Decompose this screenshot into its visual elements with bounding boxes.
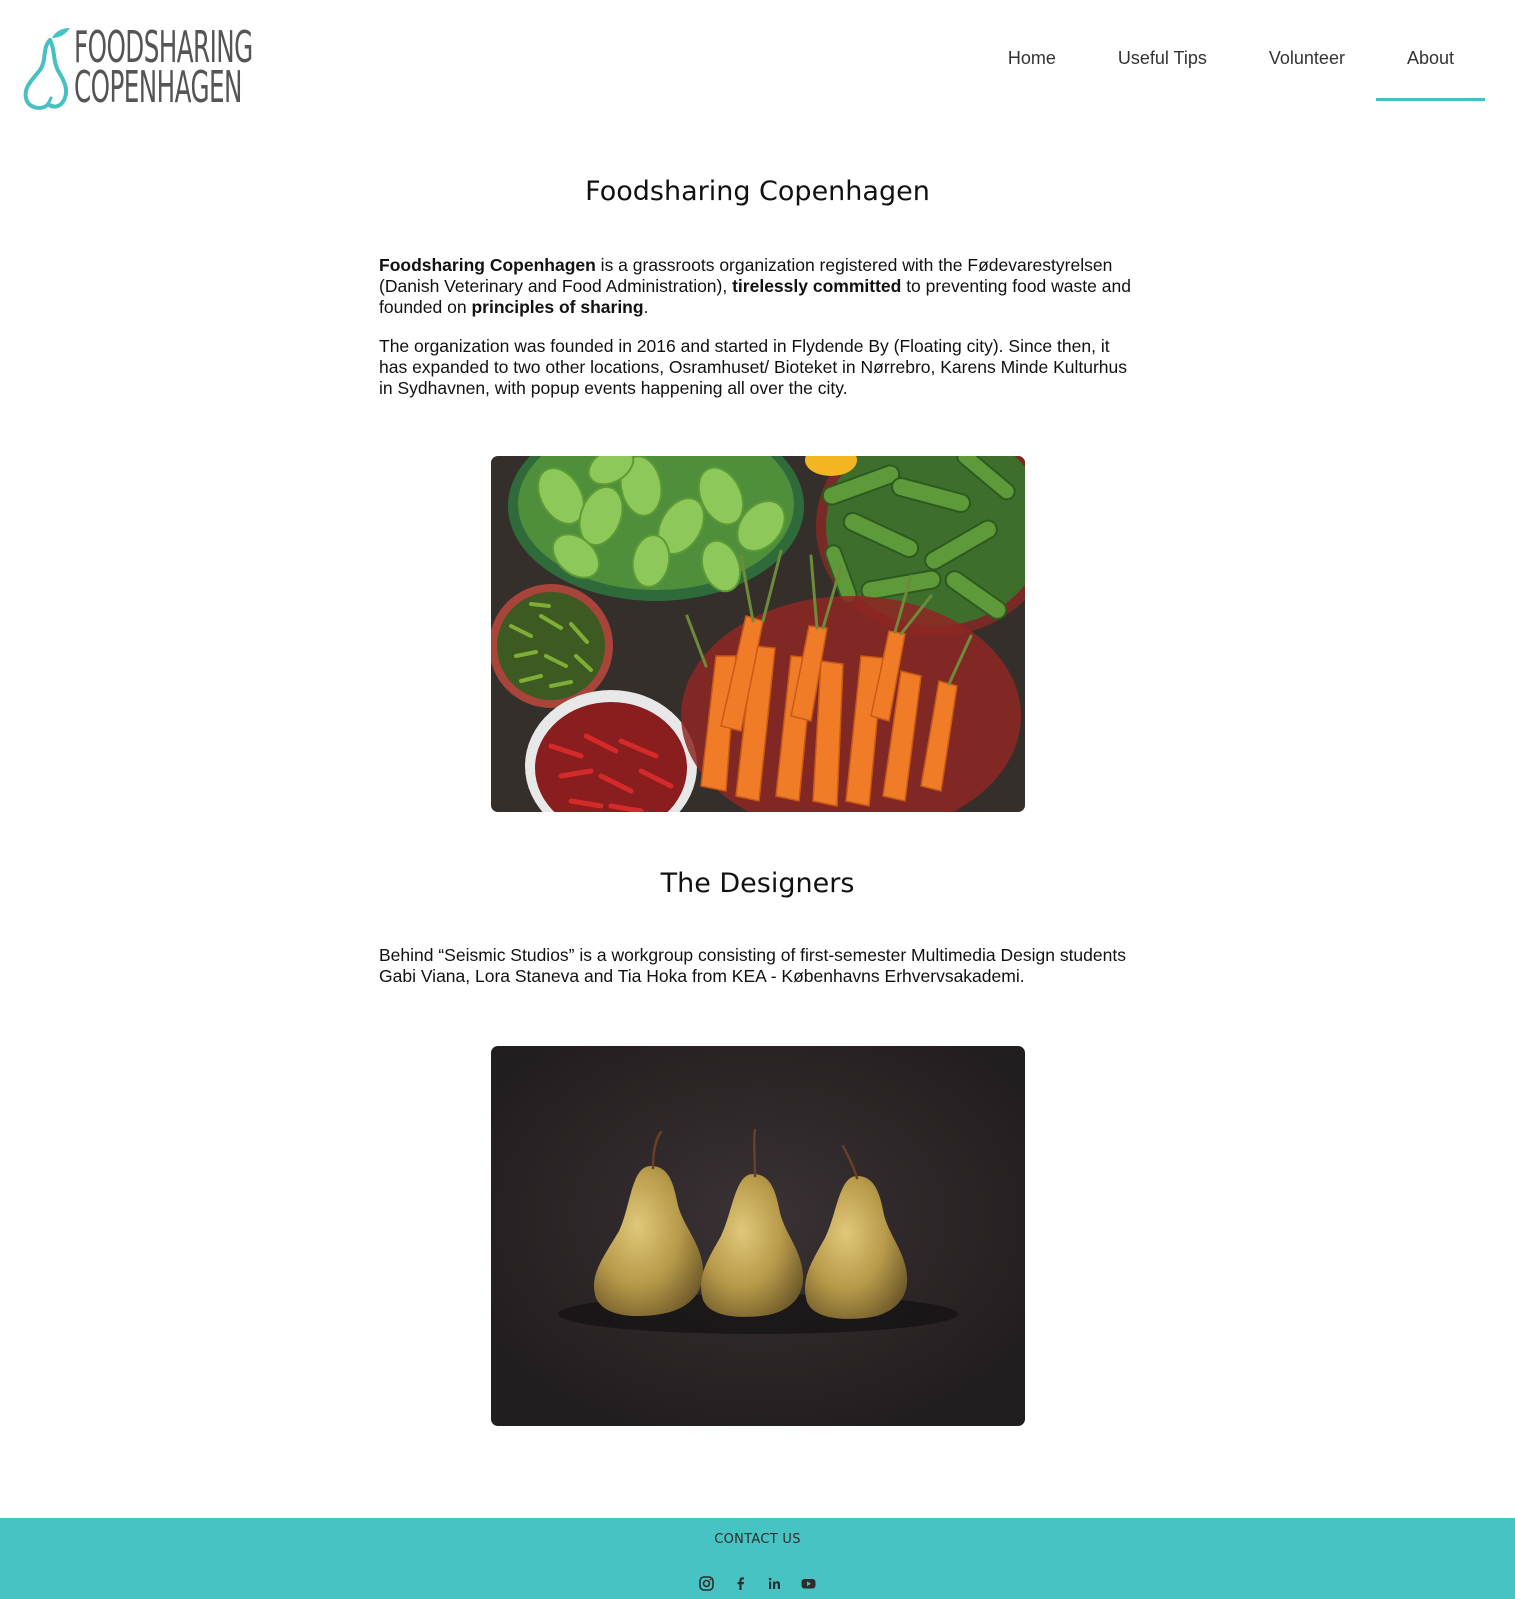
vegetables-illustration (491, 456, 1025, 812)
pears-illustration (491, 1046, 1025, 1426)
main-nav: Home Useful Tips Volunteer About (977, 0, 1486, 101)
designers-text: Behind “Seismic Studios” is a workgroup … (379, 945, 1139, 1005)
logo-line-1: FOODSHARING (74, 22, 253, 73)
facebook-icon[interactable] (732, 1575, 749, 1592)
bold-org-name: Foodsharing Copenhagen (379, 255, 596, 275)
nav-home[interactable]: Home (977, 0, 1087, 101)
nav-about[interactable]: About (1375, 0, 1486, 101)
bold-principles: principles of sharing (471, 297, 644, 317)
site-header: FOODSHARING COPENHAGEN Home Useful Tips … (0, 0, 1515, 110)
about-title: Foodsharing Copenhagen (585, 176, 930, 207)
nav-useful-tips[interactable]: Useful Tips (1087, 0, 1238, 101)
social-links (0, 1575, 1515, 1592)
linkedin-icon[interactable] (766, 1575, 783, 1592)
bold-committed: tirelessly committed (732, 276, 902, 296)
youtube-icon[interactable] (800, 1575, 817, 1592)
nav-volunteer[interactable]: Volunteer (1238, 0, 1376, 101)
logo[interactable]: FOODSHARING COPENHAGEN (20, 20, 253, 112)
contact-us-title: CONTACT US (714, 1532, 801, 1547)
logo-text: FOODSHARING COPENHAGEN (74, 22, 393, 113)
three-pears-photo (491, 1046, 1025, 1426)
logo-line-2: COPENHAGEN (74, 62, 242, 113)
site-footer: CONTACT US (0, 1518, 1515, 1599)
instagram-icon[interactable] (698, 1575, 715, 1592)
about-text: Foodsharing Copenhagen is a grassroots o… (379, 255, 1139, 417)
about-paragraph-1: Foodsharing Copenhagen is a grassroots o… (379, 255, 1139, 318)
page: FOODSHARING COPENHAGEN Home Useful Tips … (0, 0, 1515, 1599)
about-p1-text-3: . (643, 297, 649, 317)
designers-paragraph: Behind “Seismic Studios” is a workgroup … (379, 945, 1126, 986)
designers-title: The Designers (660, 868, 855, 899)
about-paragraph-2: The organization was founded in 2016 and… (379, 336, 1128, 398)
pear-logo-icon (23, 28, 70, 110)
market-vegetables-photo (491, 456, 1025, 812)
